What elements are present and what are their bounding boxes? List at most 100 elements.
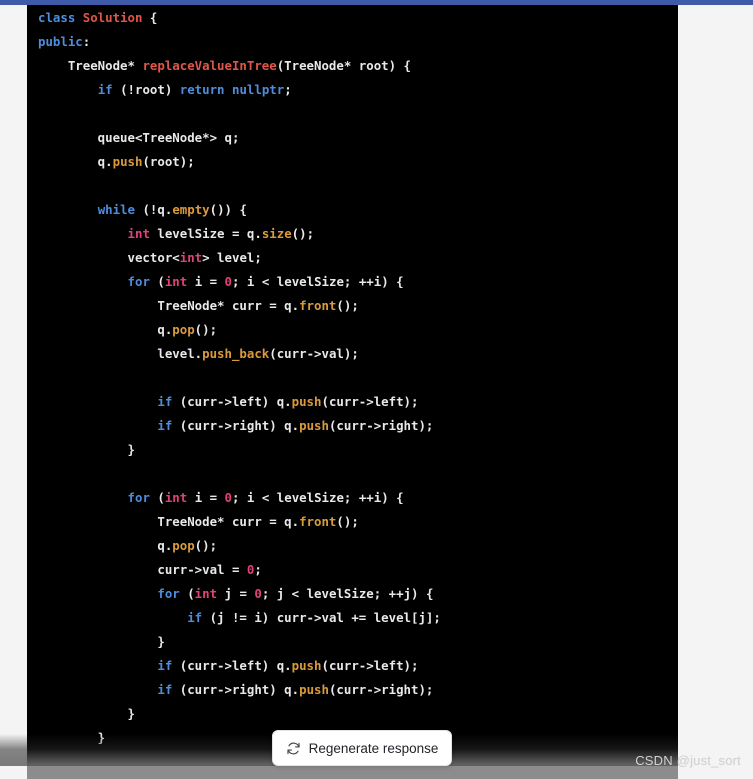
code-token: ( <box>149 274 165 289</box>
code-token: TreeNode* <box>38 58 143 73</box>
code-line: ​ <box>27 102 678 126</box>
code-token: int <box>127 226 150 241</box>
code-token: while <box>97 202 135 217</box>
code-token: return <box>179 82 225 97</box>
code-token: ; <box>284 82 292 97</box>
code-text: class Solution {public: TreeNode* replac… <box>27 6 678 774</box>
code-token: push_back <box>202 346 270 361</box>
code-token: } <box>38 706 135 721</box>
code-line: if (j != i) curr->val += level[j]; <box>27 606 678 630</box>
code-token: (TreeNode* root) { <box>276 58 411 73</box>
code-token: { <box>142 10 158 25</box>
code-token: pop <box>172 538 195 553</box>
code-token: ( <box>179 586 195 601</box>
code-token: > level; <box>202 250 262 265</box>
code-token: push <box>291 394 322 409</box>
code-line: if (curr->left) q.push(curr->left); <box>27 654 678 678</box>
code-line: for (int i = 0; i < levelSize; ++i) { <box>27 486 678 510</box>
code-token: for <box>127 274 150 289</box>
regenerate-response-button[interactable]: Regenerate response <box>272 730 452 766</box>
code-token: class <box>38 10 83 25</box>
code-line: vector<int> level; <box>27 246 678 270</box>
watermark-text: CSDN @just_sort <box>635 753 741 768</box>
code-line: q.push(root); <box>27 150 678 174</box>
code-token: if <box>187 610 203 625</box>
code-token: size <box>261 226 292 241</box>
code-token: (curr->right); <box>328 682 434 697</box>
code-token: if <box>157 682 173 697</box>
code-token: ; <box>254 562 262 577</box>
code-line: for (int i = 0; i < levelSize; ++i) { <box>27 270 678 294</box>
code-token: (); <box>336 514 359 529</box>
code-token: } <box>38 730 106 745</box>
code-line: if (!root) return nullptr; <box>27 78 678 102</box>
code-block-panel: class Solution {public: TreeNode* replac… <box>27 4 678 779</box>
code-token: ( <box>149 490 165 505</box>
code-line: curr->val = 0; <box>27 558 678 582</box>
code-token: (j != i) curr->val += level[j]; <box>202 610 441 625</box>
code-token: replaceValueInTree <box>142 58 277 73</box>
code-line: queue<TreeNode*> q; <box>27 126 678 150</box>
code-line: } <box>27 438 678 462</box>
code-token: front <box>299 298 337 313</box>
code-token: pop <box>172 322 195 337</box>
code-token: Solution <box>82 10 143 25</box>
code-token: (curr->left); <box>321 658 419 673</box>
code-token: for <box>127 490 150 505</box>
code-token: (curr->right) q. <box>172 418 300 433</box>
code-line: } <box>27 630 678 654</box>
code-token: int <box>164 490 188 505</box>
code-token: empty <box>172 202 210 217</box>
code-token: (!root) <box>112 82 180 97</box>
code-line: for (int j = 0; j < levelSize; ++j) { <box>27 582 678 606</box>
code-token: (); <box>336 298 359 313</box>
code-token: front <box>299 514 337 529</box>
code-token: if <box>157 394 173 409</box>
code-line: q.pop(); <box>27 318 678 342</box>
code-line: while (!q.empty()) { <box>27 198 678 222</box>
code-line: ​ <box>27 366 678 390</box>
code-line: if (curr->right) q.push(curr->right); <box>27 678 678 702</box>
code-token: 0 <box>224 274 233 289</box>
code-token: ; i < levelSize; ++i) { <box>232 490 404 505</box>
code-token: q. <box>38 154 113 169</box>
code-token: TreeNode* curr = q. <box>38 514 300 529</box>
code-token: int <box>194 586 218 601</box>
code-line: class Solution { <box>27 6 678 30</box>
code-token: TreeNode* curr = q. <box>38 298 300 313</box>
code-token: (!q. <box>135 202 173 217</box>
code-token: (curr->left); <box>321 394 419 409</box>
code-token: (curr->left) q. <box>172 394 292 409</box>
top-accent-bar <box>0 0 753 5</box>
code-token: for <box>157 586 180 601</box>
code-token: int <box>164 274 188 289</box>
code-token: levelSize = q. <box>149 226 262 241</box>
code-token: (curr->right) q. <box>172 682 300 697</box>
code-token: q. <box>38 538 173 553</box>
code-line: public: <box>27 30 678 54</box>
code-token: int <box>179 250 203 265</box>
code-token: push <box>299 418 329 433</box>
code-line: TreeNode* curr = q.front(); <box>27 294 678 318</box>
refresh-icon <box>286 741 301 756</box>
code-token: queue<TreeNode*> q; <box>38 130 240 145</box>
code-line: int levelSize = q.size(); <box>27 222 678 246</box>
code-token: public <box>38 34 83 49</box>
code-token: } <box>38 634 165 649</box>
code-token: (); <box>194 538 218 553</box>
code-token: j = <box>217 586 255 601</box>
code-line: TreeNode* curr = q.front(); <box>27 510 678 534</box>
code-token: vector< <box>38 250 180 265</box>
code-token: ; j < levelSize; ++j) { <box>261 586 434 601</box>
regenerate-response-label: Regenerate response <box>308 740 439 756</box>
code-scroll-area[interactable]: class Solution {public: TreeNode* replac… <box>27 4 678 774</box>
code-token: push <box>299 682 329 697</box>
code-token: push <box>291 658 322 673</box>
